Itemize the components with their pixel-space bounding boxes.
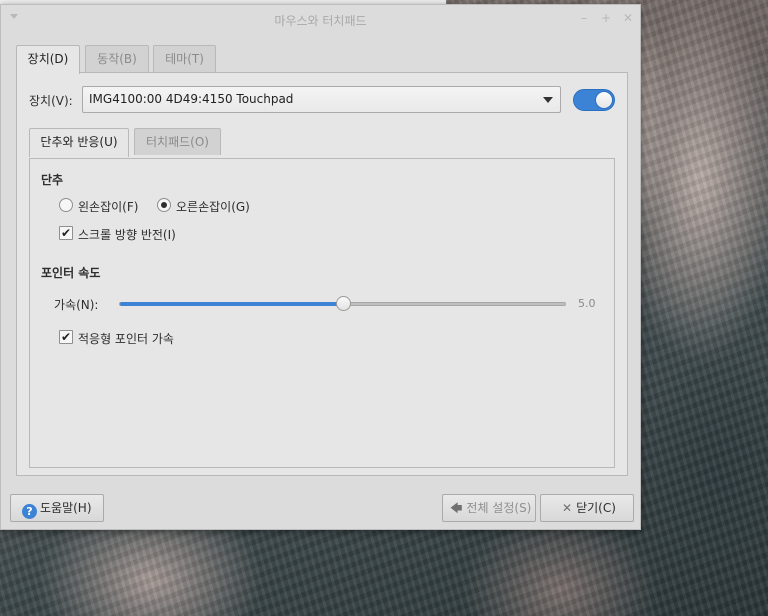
device-select-value: IMG4100:00 4D49:4150 Touchpad: [89, 92, 294, 106]
help-icon: ?: [22, 504, 37, 519]
help-button[interactable]: ? 도움말(H): [10, 494, 104, 522]
close-icon: ✕: [562, 501, 573, 515]
device-select[interactable]: IMG4100:00 4D49:4150 Touchpad: [82, 86, 561, 113]
left-handed-radio[interactable]: [59, 198, 73, 212]
arrow-left-icon: 🡄: [450, 501, 463, 515]
device-enable-switch[interactable]: [573, 89, 615, 111]
acceleration-value: 5.0: [578, 297, 596, 310]
close-button[interactable]: ✕ 닫기(C): [540, 494, 634, 522]
tab-device[interactable]: 장치(D): [16, 45, 80, 74]
device-label: 장치(V):: [29, 94, 73, 108]
left-handed-label[interactable]: 왼손잡이(F): [78, 198, 138, 215]
minimize-button[interactable]: –: [577, 11, 591, 25]
all-settings-button[interactable]: 🡄 전체 설정(S): [442, 494, 536, 522]
maximize-button[interactable]: +: [599, 11, 613, 25]
close-button-label: 닫기(C): [576, 501, 616, 515]
reverse-scroll-label[interactable]: 스크롤 방향 반전(I): [78, 226, 176, 243]
adaptive-accel-label[interactable]: 적응형 포인터 가속: [78, 330, 174, 347]
tab-touchpad[interactable]: 터치패드(O): [134, 128, 221, 155]
mouse-touchpad-window: 마우스와 터치패드 – + ✕ 장치(D) 동작(B) 테마(T) 장치(V):…: [0, 4, 641, 530]
buttons-section-title: 단추: [41, 173, 64, 187]
switch-knob: [595, 91, 613, 109]
tab-behavior[interactable]: 동작(B): [85, 45, 149, 72]
right-handed-radio[interactable]: [157, 198, 171, 212]
acceleration-slider-thumb[interactable]: [335, 296, 351, 311]
right-handed-label[interactable]: 오른손잡이(G): [176, 198, 250, 215]
acceleration-slider-fill: [120, 302, 344, 306]
window-title: 마우스와 터치패드: [274, 14, 367, 28]
reverse-scroll-checkbox[interactable]: ✔: [59, 226, 73, 240]
adaptive-accel-checkbox[interactable]: ✔: [59, 330, 73, 344]
close-window-button[interactable]: ✕: [621, 11, 635, 25]
help-button-label: 도움말(H): [40, 501, 92, 515]
titlebar[interactable]: 마우스와 터치패드 – + ✕: [1, 5, 640, 33]
acceleration-label: 가속(N):: [54, 298, 99, 312]
pointer-speed-section-title: 포인터 속도: [41, 266, 101, 280]
tab-theme[interactable]: 테마(T): [153, 45, 216, 72]
tab-buttons-feedback[interactable]: 단추와 반응(U): [29, 128, 129, 157]
all-settings-label: 전체 설정(S): [466, 501, 532, 515]
dropdown-arrow-icon: [543, 97, 553, 103]
